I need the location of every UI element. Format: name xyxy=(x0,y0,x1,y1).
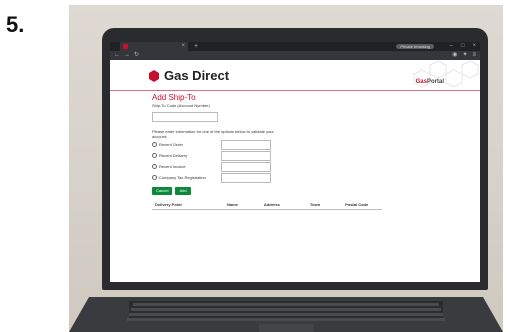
header-divider xyxy=(110,90,480,91)
option-recent-order[interactable]: Recent Order xyxy=(152,139,452,150)
cancel-button[interactable]: Cancel xyxy=(152,187,173,195)
ship-to-table-header: Delivery Point Name Address Town Postal … xyxy=(152,202,382,210)
address-bar: ← → ↻ ◉ ✦ ≡ xyxy=(110,51,480,60)
option-label: Company Tax Registration xyxy=(159,175,206,180)
option-company-tax-registration[interactable]: Company Tax Registration xyxy=(152,172,452,183)
option-recent-delivery[interactable]: Recent Delivery xyxy=(152,150,452,161)
ship-to-code-label: Ship-To Code (Account Number) xyxy=(152,103,210,108)
form-actions: Cancel Add xyxy=(152,187,452,195)
radio-icon[interactable] xyxy=(152,153,157,158)
close-tab-icon[interactable]: × xyxy=(181,42,185,51)
shield-icon[interactable]: ◉ xyxy=(452,51,457,60)
option-recent-invoice[interactable]: Recent Invoice xyxy=(152,161,452,172)
option-label: Recent Delivery xyxy=(159,153,188,158)
close-window-icon[interactable]: × xyxy=(472,42,476,51)
company-tax-registration-input[interactable] xyxy=(221,172,271,183)
hexagon-logo-icon xyxy=(149,69,159,82)
maximize-icon[interactable]: □ xyxy=(461,42,465,51)
instructions-text: Please enter information for one of the … xyxy=(152,129,274,139)
extensions-icon[interactable]: ✦ xyxy=(462,51,467,60)
reload-icon[interactable]: ↻ xyxy=(134,51,139,60)
brand-logo[interactable]: Gas Direct xyxy=(148,68,229,83)
forward-icon[interactable]: → xyxy=(124,51,130,60)
favicon-icon xyxy=(123,44,128,49)
menu-icon[interactable]: ≡ xyxy=(472,51,476,60)
window-controls: – □ × xyxy=(450,42,476,51)
portal-prefix: Gas xyxy=(415,79,427,85)
portal-suffix: Portal xyxy=(426,79,444,85)
url-input[interactable] xyxy=(170,53,400,58)
add-ship-to-form: Add Ship-To Ship-To Code (Account Number… xyxy=(152,93,452,210)
back-icon[interactable]: ← xyxy=(114,51,120,60)
recent-invoice-input[interactable] xyxy=(221,161,271,172)
page-title: Add Ship-To xyxy=(152,93,196,102)
recent-order-input[interactable] xyxy=(221,139,271,150)
add-button[interactable]: Add xyxy=(175,187,191,195)
browser-tab[interactable]: × xyxy=(120,42,188,51)
browser-window: × + Private browsing – □ × ← → ↻ ◉ ✦ ≡ G… xyxy=(110,42,480,282)
ship-to-code-input[interactable] xyxy=(152,112,218,122)
minimize-icon[interactable]: – xyxy=(450,42,453,51)
column-header-address[interactable]: Address xyxy=(264,202,310,207)
web-page: Gas Direct GasPortal Add Ship-To Ship-To… xyxy=(110,60,480,282)
trackpad xyxy=(259,324,314,332)
column-header-town[interactable]: Town xyxy=(310,202,345,207)
column-header-name[interactable]: Name xyxy=(227,202,264,207)
browser-titlebar: × + Private browsing – □ × xyxy=(110,42,480,51)
step-number: 5. xyxy=(6,12,25,37)
option-label: Recent Invoice xyxy=(159,164,186,169)
portal-logo: GasPortal xyxy=(416,79,444,85)
new-tab-button[interactable]: + xyxy=(194,42,198,51)
radio-icon[interactable] xyxy=(152,142,157,147)
toolbar-icons: ◉ ✦ ≡ xyxy=(452,51,476,60)
hexagon-pattern xyxy=(413,60,479,88)
option-label: Recent Order xyxy=(159,142,184,147)
column-header-postal-code[interactable]: Postal Code xyxy=(345,202,382,207)
private-browsing-badge: Private browsing xyxy=(396,44,434,49)
radio-icon[interactable] xyxy=(152,175,157,180)
recent-delivery-input[interactable] xyxy=(221,150,271,161)
column-header-delivery-point[interactable]: Delivery Point xyxy=(152,202,227,207)
radio-icon[interactable] xyxy=(152,164,157,169)
brand-name: Gas Direct xyxy=(164,68,230,83)
